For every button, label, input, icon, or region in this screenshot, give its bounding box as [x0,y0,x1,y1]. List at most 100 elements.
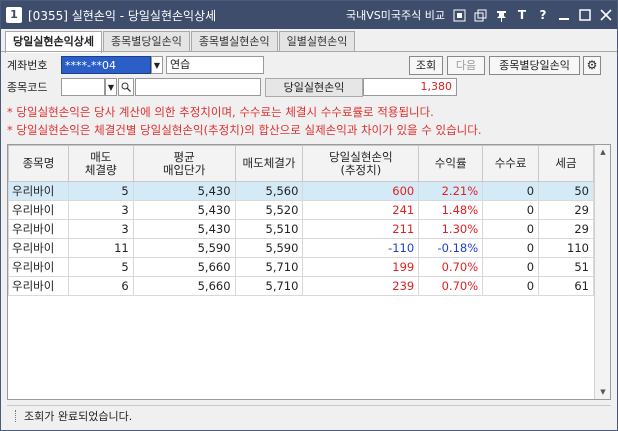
help-icon[interactable]: ? [536,8,550,22]
cell-tax: 29 [538,219,594,239]
table-row[interactable]: 우리바이 11 5,590 5,590 -110 -0.18% 0 110 [8,238,594,258]
cell-stock-name: 우리바이 [8,181,69,201]
font-size-icon[interactable]: T [515,8,529,22]
cell-tax: 51 [538,257,594,277]
cell-return-rate: 1.30% [418,219,484,239]
stock-name-field [135,78,261,96]
cell-avg-buy-price: 5,430 [132,181,236,201]
cell-avg-buy-price: 5,590 [132,238,236,258]
realized-table: 종목명 매도 체결량 평균 매입단가 매도체결가 당일실현손익 (추정치) 수익… [8,145,594,296]
next-button[interactable]: 다음 [447,55,485,75]
cell-return-rate: 0.70% [418,276,484,296]
cell-sell-qty: 5 [67,257,134,277]
stock-code-label: 종목코드 [7,81,48,94]
by-stock-button[interactable]: 종목별당일손익 [489,55,580,75]
status-grip-icon [15,410,18,422]
copy-window-icon[interactable] [473,8,487,22]
cell-sell-qty: 3 [67,219,134,239]
cell-avg-buy-price: 5,430 [132,219,236,239]
cell-daily-realized: 211 [302,219,420,239]
daily-realized-label: 당일실현손익 [265,77,363,97]
table-row[interactable]: 우리바이 5 5,430 5,560 600 2.21% 0 50 [8,181,594,201]
daily-realized-value: 1,380 [363,78,457,96]
table-row[interactable]: 우리바이 3 5,430 5,520 241 1.48% 0 29 [8,200,594,220]
scroll-down-arrow-icon[interactable]: ▼ [595,385,611,399]
account-dropdown-button[interactable]: ▼ [151,56,163,74]
cell-stock-name: 우리바이 [8,238,69,258]
window: 1 [0355] 실현손익 - 당일실현손익상세 국내VS미국주식 비교 T ? [0,0,618,431]
account-name-field: 연습 [166,56,264,74]
query-button[interactable]: 조회 [409,55,443,75]
status-bar: 조회가 완료되었습니다. [7,405,611,426]
tab-divider [1,51,617,52]
stock-code-dropdown-button[interactable]: ▼ [105,78,117,96]
cell-return-rate: 2.21% [418,181,484,201]
cell-return-rate: 1.48% [418,200,484,220]
col-sell-qty[interactable]: 매도 체결량 [67,145,134,182]
cell-stock-name: 우리바이 [8,200,69,220]
cell-sell-qty: 6 [67,276,134,296]
tab-daily-realized-detail[interactable]: 당일실현손익상세 [5,31,102,53]
col-sell-price[interactable]: 매도체결가 [234,145,304,182]
cell-sell-price: 5,510 [234,219,304,239]
account-row: 계좌번호 ****-**04 ▼ 연습 조회 다음 종목별당일손익 ⚙ [1,54,601,76]
cell-sell-qty: 5 [67,181,134,201]
close-icon[interactable] [599,8,613,22]
tab-daily-by-stock[interactable]: 종목별당일손익 [102,31,190,52]
tab-realized-by-stock[interactable]: 종목별실현손익 [190,31,278,52]
cell-daily-realized: -110 [302,238,420,258]
stock-row: 종목코드 ▼ 당일실현손익 1,380 [1,76,457,98]
col-avg-buy-price[interactable]: 평균 매입단가 [132,145,236,182]
tab-bar: 당일실현손익상세 종목별당일손익 종목별실현손익 일별실현손익 [5,31,356,53]
cell-sell-price: 5,710 [234,257,304,277]
scroll-up-arrow-icon[interactable]: ▲ [595,145,611,159]
table-row[interactable]: 우리바이 6 5,660 5,710 239 0.70% 0 61 [8,276,594,296]
col-stock-name[interactable]: 종목명 [8,145,69,182]
cell-commission: 0 [482,257,540,277]
cell-commission: 0 [482,219,540,239]
cell-daily-realized: 600 [302,181,420,201]
cell-commission: 0 [482,276,540,296]
cell-commission: 0 [482,200,540,220]
account-number-field[interactable]: ****-**04 [61,56,151,74]
cell-commission: 0 [482,181,540,201]
cell-avg-buy-price: 5,660 [132,257,236,277]
stock-search-icon[interactable] [118,78,134,96]
table-row[interactable]: 우리바이 3 5,430 5,510 211 1.30% 0 29 [8,219,594,239]
cell-stock-name: 우리바이 [8,257,69,277]
col-return-rate[interactable]: 수익률 [418,145,484,182]
maximize-icon[interactable] [578,8,592,22]
cell-daily-realized: 241 [302,200,420,220]
stock-code-input[interactable] [61,78,105,96]
settings-gear-icon[interactable]: ⚙ [583,55,601,75]
tab-daily-realized[interactable]: 일별실현손익 [278,31,356,52]
cell-sell-price: 5,560 [234,181,304,201]
cell-return-rate: -0.18% [418,238,484,258]
realized-grid: 종목명 매도 체결량 평균 매입단가 매도체결가 당일실현손익 (추정치) 수익… [7,144,611,400]
cell-avg-buy-price: 5,660 [132,276,236,296]
minimize-icon[interactable] [557,8,571,22]
cell-sell-qty: 3 [67,200,134,220]
cell-sell-price: 5,710 [234,276,304,296]
link-window-icon[interactable] [452,8,466,22]
cell-commission: 0 [482,238,540,258]
pin-icon[interactable] [494,8,508,22]
cell-stock-name: 우리바이 [8,219,69,239]
vertical-scrollbar[interactable]: ▲ ▼ [594,145,610,399]
cell-daily-realized: 199 [302,257,420,277]
notice-estimate: * 당일실현손익은 당사 계산에 의한 추정치이며, 수수료는 체결시 수수료률… [7,105,434,119]
col-commission[interactable]: 수수료 [482,145,540,182]
account-label: 계좌번호 [7,59,48,72]
compare-link[interactable]: 국내VS미국주식 비교 [346,7,445,23]
status-message: 조회가 완료되었습니다. [24,410,133,423]
window-title: [0355] 실현손익 - 당일실현손익상세 [28,8,217,23]
screen-number-badge: 1 [6,7,22,23]
cell-sell-price: 5,590 [234,238,304,258]
cell-return-rate: 0.70% [418,257,484,277]
title-bar: 1 [0355] 실현손익 - 당일실현손익상세 국내VS미국주식 비교 T ? [1,1,617,29]
cell-sell-price: 5,520 [234,200,304,220]
table-row[interactable]: 우리바이 5 5,660 5,710 199 0.70% 0 51 [8,257,594,277]
col-tax[interactable]: 세금 [538,145,594,182]
col-daily-realized[interactable]: 당일실현손익 (추정치) [302,145,420,182]
cell-stock-name: 우리바이 [8,276,69,296]
